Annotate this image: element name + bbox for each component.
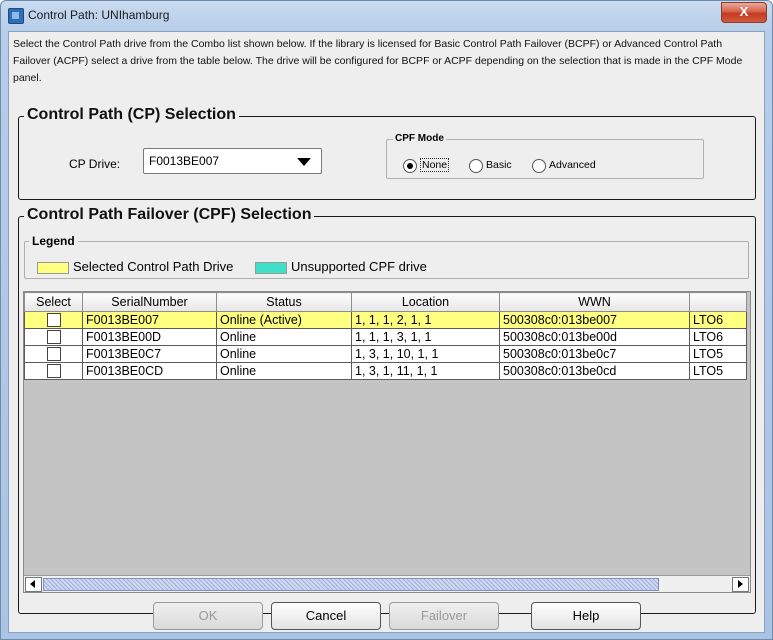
row-select-cell[interactable] [24,311,83,329]
scroll-right-icon[interactable] [732,577,749,592]
cancel-button[interactable]: Cancel [271,602,381,630]
table-header-row: Select SerialNumber Status Location WWN [24,292,747,312]
col-type[interactable] [689,292,747,312]
cpf-mode-group: CPF Mode None Basic Advanced [386,133,704,179]
dialog-content: Select the Control Path drive from the C… [8,31,765,633]
row-checkbox[interactable] [46,364,61,379]
wwn-cell: 500308c0:013be00d [499,328,690,346]
legend-label-unsupported: Unsupported CPF drive [291,259,427,274]
radio-none-label[interactable]: None [420,158,450,172]
ok-button[interactable]: OK [153,602,263,630]
location-cell: 1, 3, 1, 11, 1, 1 [351,362,500,380]
intro-text: Select the Control Path drive from the C… [13,38,743,84]
status-cell: Online [216,345,352,363]
col-status[interactable]: Status [216,292,352,312]
scroll-thumb[interactable] [43,578,659,591]
app-icon [8,8,24,24]
radio-basic-label[interactable]: Basic [486,159,512,171]
col-select[interactable]: Select [24,292,83,312]
legend-group: Legend Selected Control Path Drive Unsup… [24,234,749,279]
status-cell: Online [216,362,352,380]
serial-cell: F0013BE007 [82,311,217,329]
drive-table-area: Select SerialNumber Status Location WWN … [23,291,751,593]
wwn-cell: 500308c0:013be007 [499,311,690,329]
radio-advanced-label[interactable]: Advanced [549,159,596,171]
location-cell: 1, 1, 1, 2, 1, 1 [351,311,500,329]
legend-label-selected: Selected Control Path Drive [73,259,234,274]
window-title: Control Path: UNIhamburg [28,8,170,22]
legend-title: Legend [29,234,78,248]
type-cell: LTO5 [689,345,747,363]
legend-swatch-selected [37,262,69,274]
horizontal-scrollbar[interactable] [24,575,750,592]
col-location[interactable]: Location [351,292,500,312]
radio-none[interactable] [403,159,417,173]
scroll-left-icon[interactable] [25,577,42,592]
wwn-cell: 500308c0:013be0c7 [499,345,690,363]
cp-drive-value: F0013BE007 [149,154,220,168]
col-wwn[interactable]: WWN [499,292,690,312]
cp-selection-group: Control Path (CP) Selection CP Drive: F0… [18,106,756,200]
serial-cell: F0013BE0CD [82,362,217,380]
radio-basic[interactable] [469,159,483,173]
type-cell: LTO6 [689,328,747,346]
dialog-window: Control Path: UNIhamburg X Select the Co… [0,0,773,640]
row-select-cell[interactable] [24,328,83,346]
legend-swatch-unsupported [255,262,287,274]
row-select-cell[interactable] [24,362,83,380]
radio-advanced[interactable] [532,159,546,173]
failover-button[interactable]: Failover [389,602,499,630]
table-row[interactable]: F0013BE007 Online (Active) 1, 1, 1, 2, 1… [24,311,747,329]
table-row[interactable]: F0013BE0C7 Online 1, 3, 1, 10, 1, 1 5003… [24,345,747,363]
location-cell: 1, 3, 1, 10, 1, 1 [351,345,500,363]
row-select-cell[interactable] [24,345,83,363]
radio-none-text: None [420,158,450,172]
location-cell: 1, 1, 1, 3, 1, 1 [351,328,500,346]
status-cell: Online [216,328,352,346]
col-serial[interactable]: SerialNumber [82,292,217,312]
wwn-cell: 500308c0:013be0cd [499,362,690,380]
row-checkbox[interactable] [46,330,61,345]
table-row[interactable]: F0013BE0CD Online 1, 3, 1, 11, 1, 1 5003… [24,362,747,380]
cp-drive-label: CP Drive: [69,157,121,171]
type-cell: LTO6 [689,311,747,329]
row-checkbox[interactable] [46,313,61,328]
cpf-mode-title: CPF Mode [393,133,446,144]
help-button[interactable]: Help [531,602,641,630]
table-row[interactable]: F0013BE00D Online 1, 1, 1, 3, 1, 1 50030… [24,328,747,346]
drive-table: Select SerialNumber Status Location WWN … [24,292,747,380]
cpf-selection-group: Control Path Failover (CPF) Selection Le… [18,206,756,614]
dropdown-arrow-icon[interactable] [297,158,311,166]
serial-cell: F0013BE00D [82,328,217,346]
serial-cell: F0013BE0C7 [82,345,217,363]
type-cell: LTO5 [689,362,747,380]
status-cell: Online (Active) [216,311,352,329]
row-checkbox[interactable] [46,347,61,362]
cpf-selection-title: Control Path Failover (CPF) Selection [24,206,315,224]
title-bar[interactable]: Control Path: UNIhamburg X [1,1,772,31]
cp-drive-combo[interactable]: F0013BE007 [143,148,322,174]
cp-selection-title: Control Path (CP) Selection [24,106,239,124]
close-button[interactable]: X [721,2,767,23]
